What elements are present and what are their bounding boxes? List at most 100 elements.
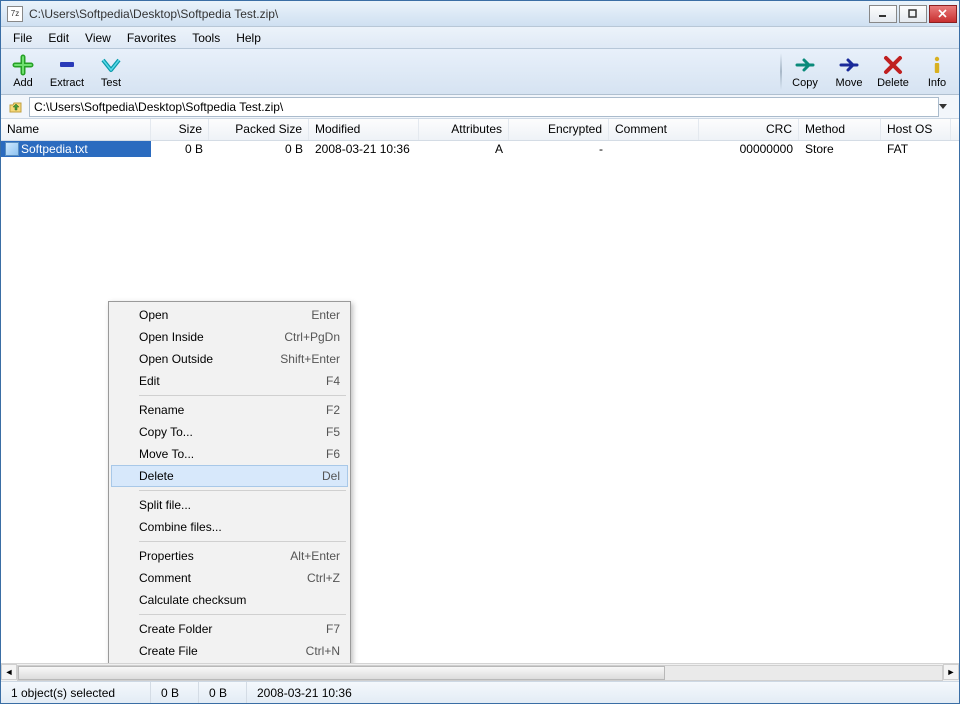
file-cell: 00000000 [699,142,799,156]
context-item-label: Open Outside [139,352,213,366]
column-header-modified[interactable]: Modified [309,119,419,140]
scroll-right-button[interactable]: ► [943,664,959,680]
scroll-thumb[interactable] [18,666,665,680]
context-combine-files[interactable]: Combine files... [111,516,348,538]
context-item-shortcut: Enter [311,308,340,322]
titlebar[interactable]: 7z C:\Users\Softpedia\Desktop\Softpedia … [1,1,959,27]
file-list[interactable]: Softpedia.txt0 B0 B2008-03-21 10:36A-000… [1,141,959,663]
context-menu: OpenEnterOpen InsideCtrl+PgDnOpen Outsid… [108,301,351,663]
column-header-name[interactable]: Name [1,119,151,140]
context-properties[interactable]: PropertiesAlt+Enter [111,545,348,567]
tool-label: Move [836,77,863,89]
status-date: 2008-03-21 10:36 [247,682,959,703]
tool-label: Info [928,77,946,89]
file-cell: 0 B [151,142,209,156]
context-item-label: Combine files... [139,520,222,534]
column-header-packed-size[interactable]: Packed Size [209,119,309,140]
toolbar: Add Extract Test Copy Move Delete Info [1,49,959,95]
move-button[interactable]: Move [827,49,871,94]
tool-label: Test [101,77,121,89]
file-row[interactable]: Softpedia.txt0 B0 B2008-03-21 10:36A-000… [1,141,959,157]
context-item-shortcut: F5 [326,425,340,439]
context-copy-to[interactable]: Copy To...F5 [111,421,348,443]
info-icon [926,54,948,76]
context-comment[interactable]: Comment Ctrl+Z [111,567,348,589]
context-item-label: Split file... [139,498,191,512]
statusbar: 1 object(s) selected 0 B 0 B 2008-03-21 … [1,681,959,703]
menu-tools[interactable]: Tools [184,29,228,47]
context-item-shortcut: Del [322,469,340,483]
menu-file[interactable]: File [5,29,40,47]
context-rename[interactable]: RenameF2 [111,399,348,421]
column-header-crc[interactable]: CRC [699,119,799,140]
file-cell: - [509,142,609,156]
up-folder-icon [8,99,24,115]
scroll-left-button[interactable]: ◄ [1,664,17,680]
test-icon [100,54,122,76]
context-item-shortcut: Ctrl+N [306,644,340,658]
context-separator [139,395,346,396]
minimize-icon [878,9,888,19]
context-split-file[interactable]: Split file... [111,494,348,516]
context-item-shortcut: F6 [326,447,340,461]
status-selected: 1 object(s) selected [1,682,151,703]
window-controls [869,5,957,23]
maximize-button[interactable] [899,5,927,23]
toolbar-left: Add Extract Test [1,49,133,94]
context-delete[interactable]: DeleteDel [111,465,348,487]
context-item-label: Create File [139,644,198,658]
menu-favorites[interactable]: Favorites [119,29,184,47]
minimize-button[interactable] [869,5,897,23]
test-button[interactable]: Test [89,49,133,94]
up-button[interactable] [7,98,25,116]
tool-label: Copy [792,77,818,89]
file-cell: 2008-03-21 10:36 [309,142,419,156]
chevron-down-icon [939,104,947,110]
context-item-label: Calculate checksum [139,593,246,607]
info-button[interactable]: Info [915,49,959,94]
address-dropdown[interactable] [939,104,957,110]
copy-icon [794,54,816,76]
extract-button[interactable]: Extract [45,49,89,94]
context-item-shortcut: Ctrl+Z [307,571,340,585]
menu-help[interactable]: Help [228,29,269,47]
column-header-method[interactable]: Method [799,119,881,140]
menubar: FileEditViewFavoritesToolsHelp [1,27,959,49]
context-create-folder[interactable]: Create Folder F7 [111,618,348,640]
context-calculate-checksum[interactable]: Calculate checksum [111,589,348,611]
horizontal-scrollbar[interactable]: ◄ ► [1,663,959,681]
column-header-host-os[interactable]: Host OS [881,119,951,140]
context-item-label: Comment [139,571,191,585]
window-title: C:\Users\Softpedia\Desktop\Softpedia Tes… [29,7,869,21]
column-header-comment[interactable]: Comment [609,119,699,140]
context-open-inside[interactable]: Open InsideCtrl+PgDn [111,326,348,348]
text-file-icon [5,142,19,156]
column-header-attributes[interactable]: Attributes [419,119,509,140]
context-separator [139,541,346,542]
status-size1: 0 B [151,682,199,703]
add-button[interactable]: Add [1,49,45,94]
context-item-label: Create Folder [139,622,212,636]
context-item-label: Open [139,308,168,322]
context-create-file[interactable]: Create File Ctrl+N [111,640,348,662]
context-item-label: Properties [139,549,194,563]
menu-edit[interactable]: Edit [40,29,77,47]
close-button[interactable] [929,5,957,23]
extract-icon [56,54,78,76]
context-item-shortcut: F2 [326,403,340,417]
context-item-shortcut: F7 [326,622,340,636]
context-edit[interactable]: EditF4 [111,370,348,392]
address-input[interactable] [29,97,939,117]
column-headers: NameSizePacked SizeModifiedAttributesEnc… [1,119,959,141]
move-icon [838,54,860,76]
copy-button[interactable]: Copy [783,49,827,94]
context-open[interactable]: Open Enter [111,304,348,326]
menu-view[interactable]: View [77,29,119,47]
column-header-size[interactable]: Size [151,119,209,140]
delete-button[interactable]: Delete [871,49,915,94]
context-open-outside[interactable]: Open OutsideShift+Enter [111,348,348,370]
scroll-track[interactable] [17,665,943,681]
context-move-to[interactable]: Move To...F6 [111,443,348,465]
column-header-encrypted[interactable]: Encrypted [509,119,609,140]
tool-label: Extract [50,77,84,89]
